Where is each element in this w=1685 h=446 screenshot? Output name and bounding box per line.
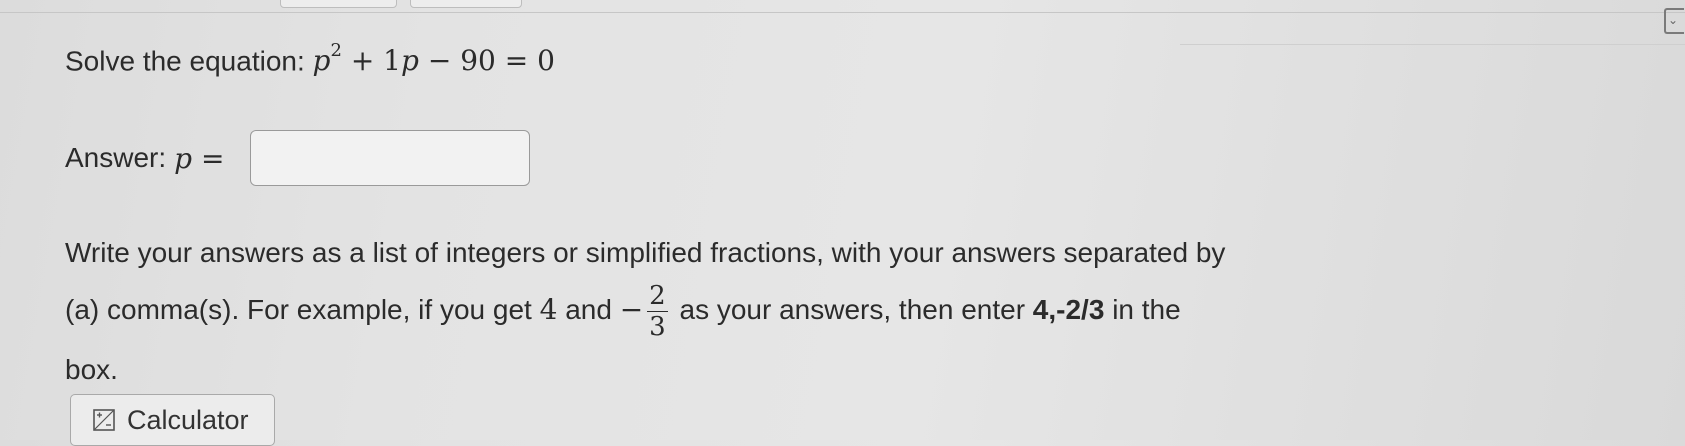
answer-input[interactable] (250, 130, 531, 186)
instructions-line2a: (a) comma(s). For example, if you get (65, 293, 532, 325)
example-integer: 4 (539, 292, 558, 326)
answer-row: Answer: p = (65, 128, 531, 188)
instructions-line2b: as your answers, then enter (679, 293, 1026, 325)
instructions-line1: Write your answers as a list of integers… (65, 237, 1226, 268)
minus-sign: − (619, 292, 644, 326)
example-entry: 4,-2/3 (1032, 293, 1105, 325)
instructions-line3: box. (65, 354, 118, 385)
top-tab-right[interactable] (410, 0, 522, 8)
fraction-denominator: 3 (649, 312, 666, 342)
example-fraction: 23 (647, 281, 668, 342)
fraction-numerator: 2 (647, 281, 668, 312)
instructions: Write your answers as a list of integers… (65, 225, 1315, 398)
question-prefix: Solve the equation: (65, 45, 305, 77)
instructions-line2c: in the (1112, 293, 1181, 325)
answer-variable: p = (174, 141, 225, 175)
right-divider (1180, 44, 1685, 45)
calculator-button[interactable]: Calculator (70, 394, 275, 446)
answer-label: Answer: (65, 142, 167, 173)
calculator-icon (93, 409, 115, 431)
top-tab-left[interactable] (280, 0, 397, 8)
corner-tab-icon[interactable]: ⌄ (1664, 8, 1684, 34)
and-word: and (565, 293, 612, 325)
top-divider (0, 12, 1685, 13)
calculator-label: Calculator (127, 404, 249, 435)
equation: p2 + 1p − 90 = 0 (312, 40, 555, 78)
question-text: Solve the equation: p2 + 1p − 90 = 0 (65, 40, 555, 78)
